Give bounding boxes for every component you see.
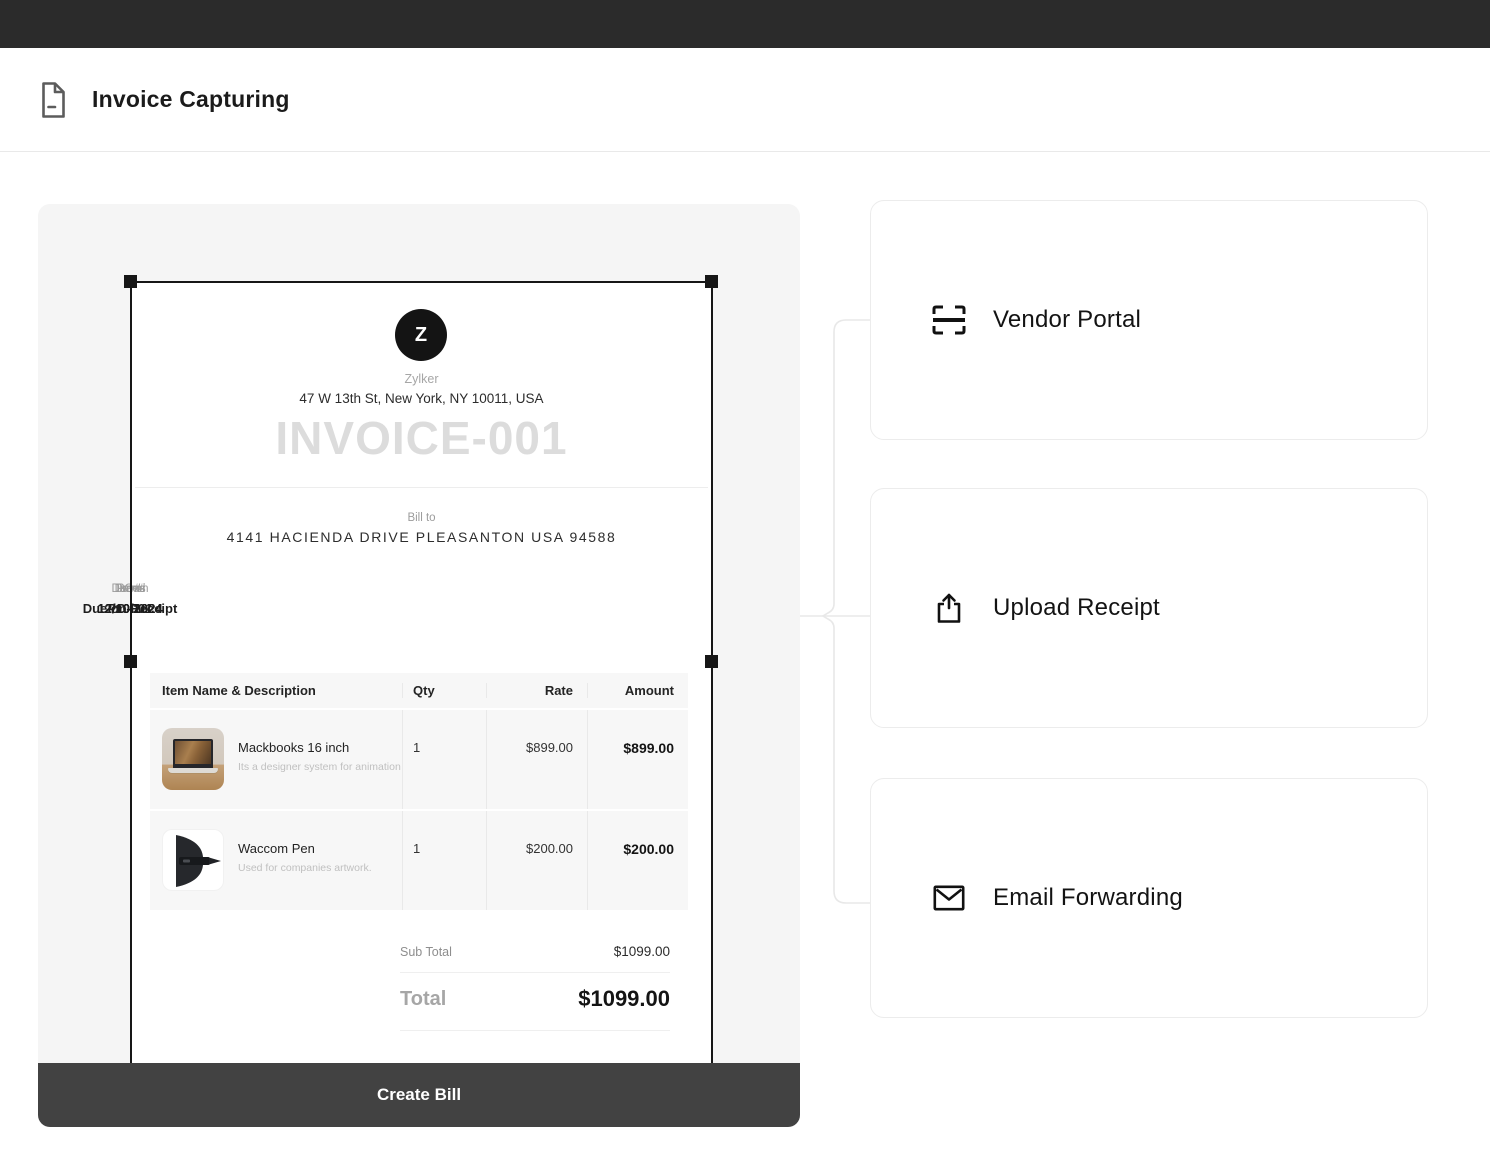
total-row: Total $1099.00	[400, 986, 670, 1012]
card-vendor-portal[interactable]: Vendor Portal	[870, 200, 1428, 440]
item-rate: $899.00	[486, 710, 587, 809]
subtotal-label: Sub Total	[400, 945, 452, 959]
crop-frame-right-line[interactable]	[711, 281, 713, 1063]
total-value: $1099.00	[578, 986, 670, 1012]
upload-icon	[931, 590, 967, 626]
item-rate: $200.00	[486, 811, 587, 910]
crop-handle-top-right[interactable]	[705, 275, 718, 288]
item-amount: $899.00	[587, 710, 688, 809]
invoice-number: INVOICE-001	[130, 411, 713, 465]
company-name: Zylker	[130, 372, 713, 386]
crop-frame-top-line	[130, 281, 713, 283]
item-thumbnail-pen	[162, 829, 224, 891]
crop-handle-top-left[interactable]	[124, 275, 137, 288]
subtotal-row: Sub Total $1099.00	[400, 944, 670, 959]
item-qty: 1	[402, 811, 486, 910]
company-logo-avatar: Z	[395, 309, 447, 361]
envelope-icon	[931, 880, 967, 916]
item-description: Used for companies artwork.	[238, 862, 372, 874]
create-bill-button[interactable]: Create Bill	[38, 1063, 800, 1127]
invoice-header-divider	[135, 487, 708, 488]
item-qty: 1	[402, 710, 486, 809]
page-header: Invoice Capturing	[0, 48, 1490, 152]
crop-handle-mid-left[interactable]	[124, 655, 137, 668]
scan-frame-icon	[931, 302, 967, 338]
connector-lines	[798, 308, 874, 912]
method-label: Upload Receipt	[993, 594, 1160, 622]
invoice-document: Z Zylker 47 W 13th St, New York, NY 1001…	[130, 281, 713, 1063]
totals-bottom-divider	[400, 1030, 670, 1031]
col-header-rate: Rate	[486, 683, 587, 698]
card-upload-receipt[interactable]: Upload Receipt	[870, 488, 1428, 728]
bill-to-address: 4141 HACIENDA DRIVE PLEASANTON USA 94588	[130, 529, 713, 545]
item-amount: $200.00	[587, 811, 688, 910]
total-label: Total	[400, 988, 446, 1011]
page-title: Invoice Capturing	[92, 86, 290, 113]
crop-frame-left-line[interactable]	[130, 281, 132, 1063]
col-header-amount: Amount	[587, 683, 688, 698]
item-thumbnail-macbook	[162, 728, 224, 790]
subtotal-value: $1099.00	[614, 944, 670, 959]
item-name: Mackbooks 16 inch	[238, 740, 401, 755]
item-name: Waccom Pen	[238, 841, 372, 856]
company-address: 47 W 13th St, New York, NY 10011, USA	[130, 391, 713, 406]
col-header-item: Item Name & Description	[150, 683, 402, 698]
card-email-forwarding[interactable]: Email Forwarding	[870, 778, 1428, 1018]
table-row: Waccom Pen Used for companies artwork. 1…	[150, 811, 688, 910]
method-label: Vendor Portal	[993, 306, 1141, 334]
top-bar	[0, 0, 1490, 48]
items-table: Item Name & Description Qty Rate Amount …	[150, 673, 688, 912]
item-description: Its a designer system for animation	[238, 761, 401, 773]
invoice-document-icon	[38, 81, 68, 119]
col-header-qty: Qty	[402, 683, 486, 698]
totals-divider	[400, 972, 670, 973]
method-label: Email Forwarding	[993, 884, 1183, 912]
table-row: Mackbooks 16 inch Its a designer system …	[150, 710, 688, 809]
table-header-row: Item Name & Description Qty Rate Amount	[150, 673, 688, 708]
crop-handle-mid-right[interactable]	[705, 655, 718, 668]
bill-to-label: Bill to	[130, 512, 713, 524]
